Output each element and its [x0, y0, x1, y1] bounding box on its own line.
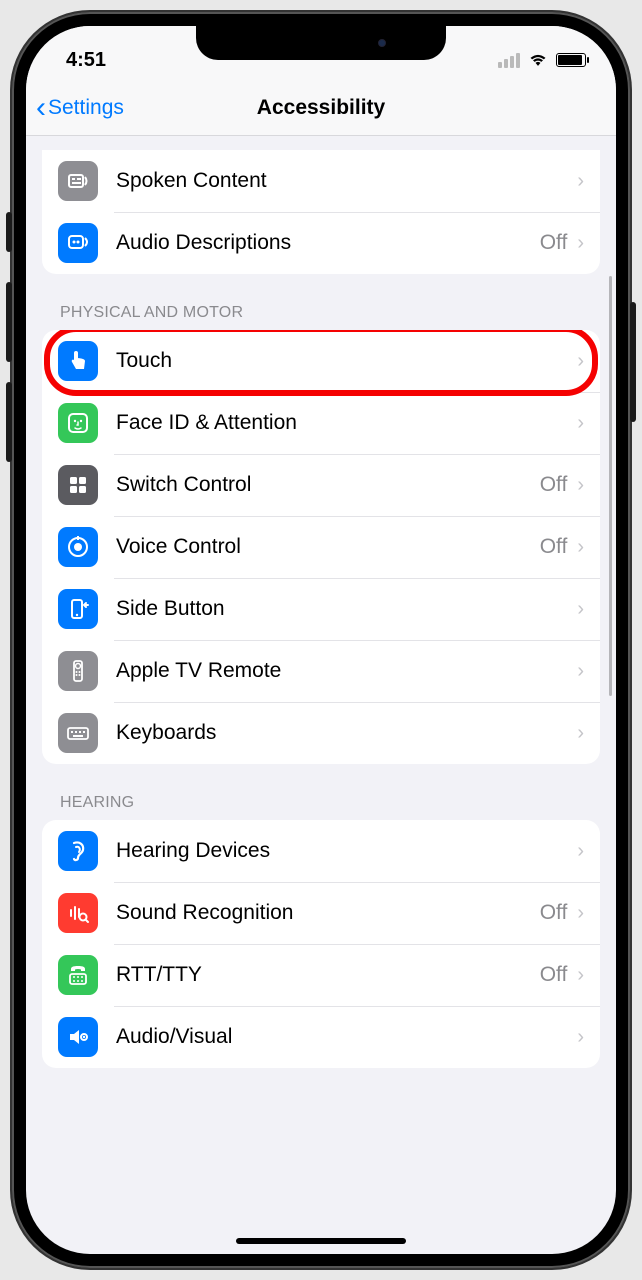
- row-sound-recognition[interactable]: Sound RecognitionOff ›: [42, 882, 600, 944]
- section-header: HEARING: [26, 764, 616, 820]
- keyboards-icon: [58, 713, 98, 753]
- side-button-icon: [58, 589, 98, 629]
- settings-group: Touch›Face ID & Attention›Switch Control…: [42, 330, 600, 764]
- spoken-content-icon: [58, 161, 98, 201]
- chevron-right-icon: ›: [577, 412, 584, 435]
- row-label: Switch Control: [98, 473, 540, 497]
- volume-up-button: [6, 282, 12, 362]
- row-value: Off: [540, 901, 568, 925]
- audio-descriptions-icon: [58, 223, 98, 263]
- row-keyboards[interactable]: Keyboards›: [42, 702, 600, 764]
- battery-icon: [556, 53, 586, 67]
- touch-icon: [58, 341, 98, 381]
- chevron-left-icon: ‹: [36, 93, 46, 123]
- audio-visual-icon: [58, 1017, 98, 1057]
- settings-group: Hearing Devices›Sound RecognitionOff›RTT…: [42, 820, 600, 1068]
- rtt-tty-icon: [58, 955, 98, 995]
- chevron-right-icon: ›: [577, 902, 584, 925]
- chevron-right-icon: ›: [577, 350, 584, 373]
- row-touch[interactable]: Touch›: [42, 330, 600, 392]
- front-camera: [378, 39, 386, 47]
- home-indicator[interactable]: [236, 1238, 406, 1244]
- appletv-remote-icon: [58, 651, 98, 691]
- volume-down-button: [6, 382, 12, 462]
- row-label: Voice Control: [98, 535, 540, 559]
- row-label: Apple TV Remote: [98, 659, 577, 683]
- row-label: Audio Descriptions: [98, 231, 540, 255]
- chevron-right-icon: ›: [577, 840, 584, 863]
- row-face-id-attention[interactable]: Face ID & Attention›: [42, 392, 600, 454]
- row-label: Hearing Devices: [98, 839, 577, 863]
- chevron-right-icon: ›: [577, 660, 584, 683]
- back-button[interactable]: ‹ Settings: [36, 93, 124, 123]
- row-label: Face ID & Attention: [98, 411, 577, 435]
- notch: [196, 26, 446, 60]
- row-apple-tv-remote[interactable]: Apple TV Remote›: [42, 640, 600, 702]
- content-scroll[interactable]: Spoken Content›Audio DescriptionsOff›PHY…: [26, 136, 616, 1254]
- status-right: [498, 53, 586, 68]
- row-switch-control[interactable]: Switch ControlOff ›: [42, 454, 600, 516]
- row-value: Off: [540, 963, 568, 987]
- row-label: Audio/Visual: [98, 1025, 577, 1049]
- side-button-hw: [630, 302, 636, 422]
- row-value: Off: [540, 535, 568, 559]
- hearing-devices-icon: [58, 831, 98, 871]
- row-label: Keyboards: [98, 721, 577, 745]
- chevron-right-icon: ›: [577, 1026, 584, 1049]
- cellular-icon: [498, 53, 520, 68]
- chevron-right-icon: ›: [577, 536, 584, 559]
- row-audio-descriptions[interactable]: Audio DescriptionsOff ›: [42, 212, 600, 274]
- row-hearing-devices[interactable]: Hearing Devices›: [42, 820, 600, 882]
- row-label: Side Button: [98, 597, 577, 621]
- chevron-right-icon: ›: [577, 964, 584, 987]
- row-value: Off: [540, 231, 568, 255]
- scroll-indicator: [609, 276, 612, 696]
- row-label: RTT/TTY: [98, 963, 540, 987]
- voice-control-icon: [58, 527, 98, 567]
- row-voice-control[interactable]: Voice ControlOff ›: [42, 516, 600, 578]
- chevron-right-icon: ›: [577, 598, 584, 621]
- row-spoken-content[interactable]: Spoken Content›: [42, 150, 600, 212]
- row-side-button[interactable]: Side Button›: [42, 578, 600, 640]
- settings-group: Spoken Content›Audio DescriptionsOff›: [42, 150, 600, 274]
- sound-recognition-icon: [58, 893, 98, 933]
- chevron-right-icon: ›: [577, 474, 584, 497]
- chevron-right-icon: ›: [577, 722, 584, 745]
- wifi-icon: [528, 53, 548, 67]
- nav-bar: ‹ Settings Accessibility: [26, 80, 616, 136]
- chevron-right-icon: ›: [577, 232, 584, 255]
- screen: 4:51 ‹ Settings Accessibility Spoken Con…: [26, 26, 616, 1254]
- row-audio-visual[interactable]: Audio/Visual›: [42, 1006, 600, 1068]
- chevron-right-icon: ›: [577, 170, 584, 193]
- device-frame: 4:51 ‹ Settings Accessibility Spoken Con…: [12, 12, 630, 1268]
- row-value: Off: [540, 473, 568, 497]
- faceid-icon: [58, 403, 98, 443]
- section-header: PHYSICAL AND MOTOR: [26, 274, 616, 330]
- status-time: 4:51: [66, 49, 106, 72]
- row-rtt-tty[interactable]: RTT/TTYOff ›: [42, 944, 600, 1006]
- back-label: Settings: [48, 96, 124, 120]
- switch-control-icon: [58, 465, 98, 505]
- mute-switch: [6, 212, 12, 252]
- row-label: Sound Recognition: [98, 901, 540, 925]
- row-label: Touch: [98, 349, 577, 373]
- row-label: Spoken Content: [98, 169, 577, 193]
